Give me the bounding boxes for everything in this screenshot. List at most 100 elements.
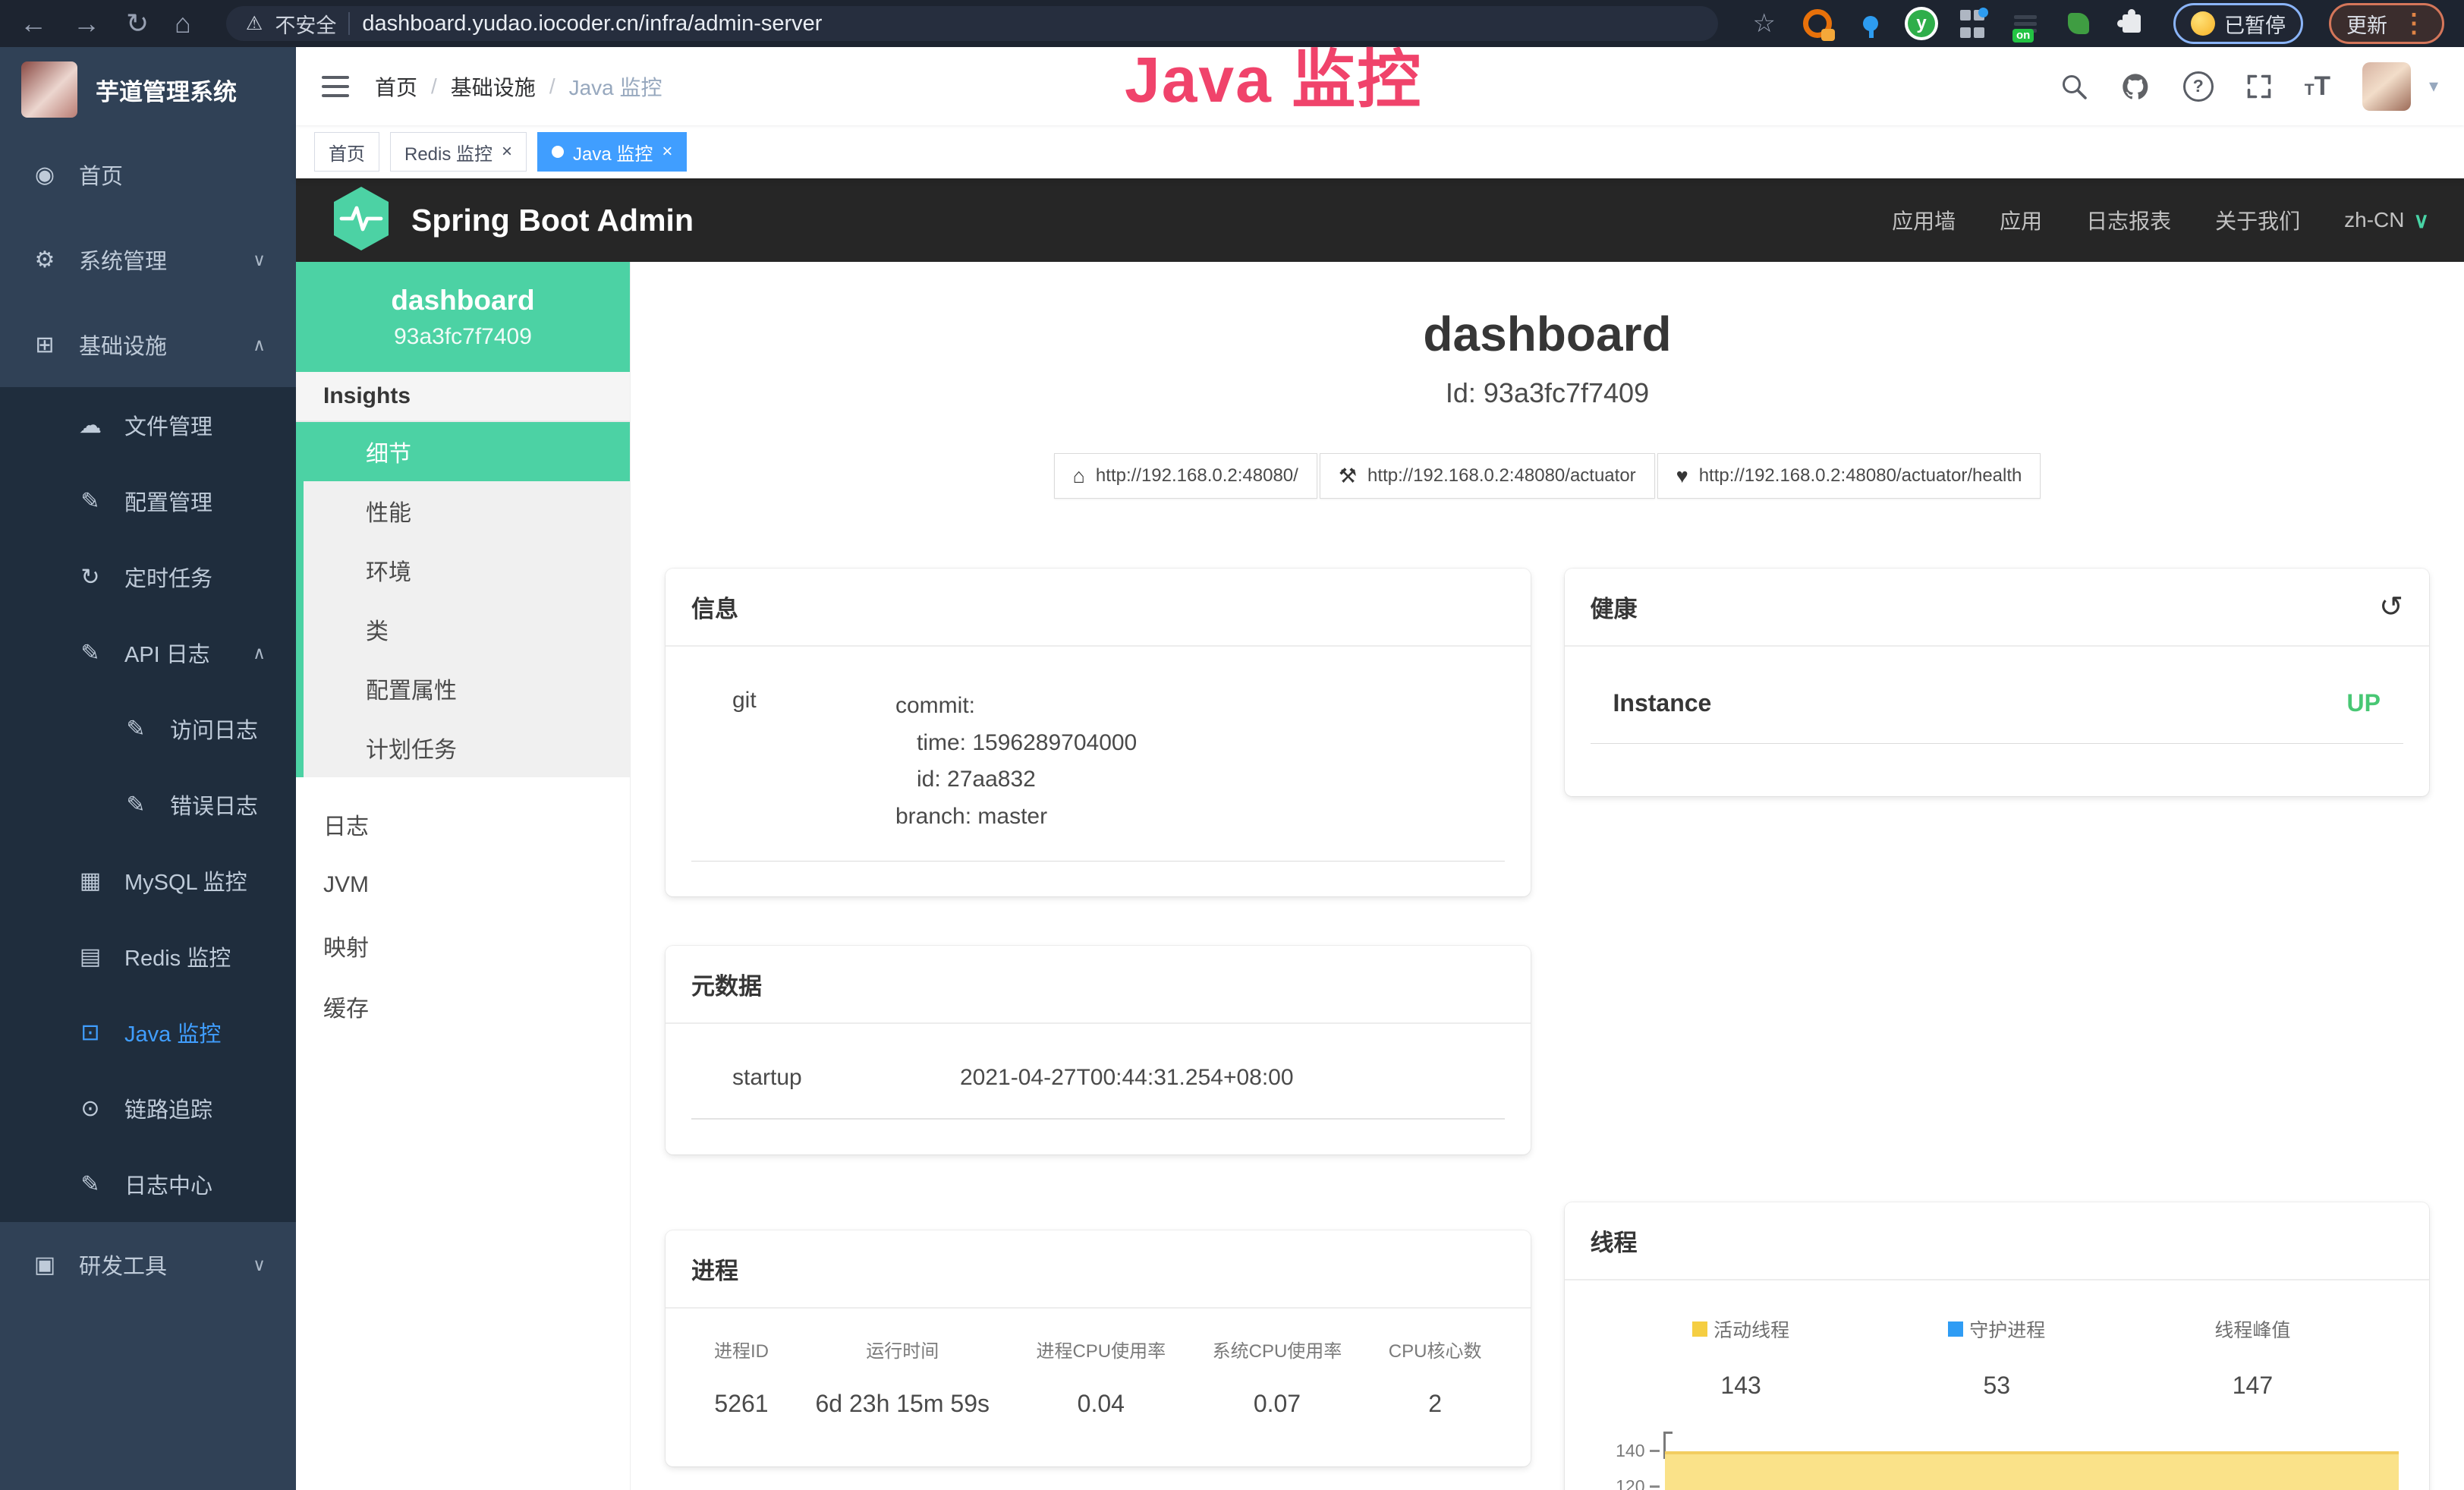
profile-paused-chip[interactable]: 已暂停 <box>2173 3 2303 44</box>
instance-header[interactable]: dashboard 93a3fc7f7409 <box>296 262 630 372</box>
forward-icon[interactable]: → <box>73 10 100 37</box>
col-value: 2 <box>1389 1390 1482 1418</box>
security-label[interactable]: 不安全 <box>275 9 336 39</box>
app-logo <box>21 61 77 118</box>
instance-id: 93a3fc7f7409 <box>394 324 532 350</box>
screen-icon: ⊡ <box>76 1019 105 1046</box>
col-value: 0.04 <box>1036 1390 1166 1418</box>
instance-id-line: Id: 93a3fc7f7409 <box>666 377 2429 409</box>
sidebar-item-infrastructure[interactable]: ⊞ 基础设施 ∧ <box>0 302 296 387</box>
browser-home-icon[interactable]: ⌂ <box>175 10 191 37</box>
sidebar-item-error-logs[interactable]: ✎ 错误日志 <box>0 767 296 843</box>
back-icon[interactable]: ← <box>20 10 47 37</box>
tab-home[interactable]: 首页 <box>314 132 379 172</box>
sba-nav-wallboard[interactable]: 应用墙 <box>1892 205 1956 235</box>
chrome-update-button[interactable]: 更新 ⋮ <box>2329 3 2444 44</box>
url-text[interactable]: dashboard.yudao.iocoder.cn/infra/admin-s… <box>362 11 822 36</box>
sba-menu-jvm[interactable]: JVM <box>296 855 630 915</box>
chart-plot-area <box>1663 1432 2399 1490</box>
sba-brand-title[interactable]: Spring Boot Admin <box>411 203 694 238</box>
update-label: 更新 <box>2346 9 2387 39</box>
sba-menu-section-insights: Insights <box>296 372 630 422</box>
github-icon[interactable] <box>2119 71 2151 102</box>
sba-menu-environment[interactable]: 环境 <box>304 540 630 600</box>
breadcrumb-separator: / <box>549 74 555 99</box>
sidebar-item-system-management[interactable]: ⚙ 系统管理 ∨ <box>0 217 296 302</box>
fullscreen-icon[interactable] <box>2245 73 2273 100</box>
sba-menu-classes[interactable]: 类 <box>304 600 630 659</box>
sba-menu-caches[interactable]: 缓存 <box>296 976 630 1037</box>
sba-nav-about[interactable]: 关于我们 <box>2215 205 2300 235</box>
sba-menu-logs[interactable]: 日志 <box>296 794 630 855</box>
close-icon[interactable]: × <box>662 141 672 162</box>
sidebar-item-tracing[interactable]: ⊙ 链路追踪 <box>0 1070 296 1146</box>
threads-card-header: 线程 <box>1565 1202 2430 1281</box>
health-url-chip[interactable]: ♥ http://192.168.0.2:48080/actuator/heal… <box>1657 453 2041 499</box>
extension-y-icon[interactable]: y <box>1908 10 1935 37</box>
threads-chart: 140 120 100 <box>1591 1432 2404 1490</box>
sba-menu-details[interactable]: 细节 <box>296 422 630 481</box>
tab-redis-monitor[interactable]: Redis 监控 × <box>390 132 527 172</box>
extension-leaf-icon[interactable] <box>2063 8 2094 39</box>
sidebar-item-label: 链路追踪 <box>124 1092 212 1124</box>
sidebar-item-config-management[interactable]: ✎ 配置管理 <box>0 463 296 539</box>
sba-nav-applications[interactable]: 应用 <box>2000 205 2042 235</box>
log-edit-icon: ✎ <box>121 716 150 742</box>
actuator-url-chip[interactable]: ⚒ http://192.168.0.2:48080/actuator <box>1320 453 1655 499</box>
sidebar-item-dev-tools[interactable]: ▣ 研发工具 ∨ <box>0 1222 296 1307</box>
log-edit-icon: ✎ <box>76 1171 105 1198</box>
col-value: 6d 23h 15m 59s <box>815 1390 990 1418</box>
search-icon[interactable] <box>2060 73 2088 100</box>
tab-java-monitor[interactable]: Java 监控 × <box>537 132 687 172</box>
extension-pin-icon[interactable] <box>1855 8 1887 39</box>
health-card-header: 健康 ↺ <box>1565 569 2430 647</box>
browser-menu-kebab-icon[interactable]: ⋮ <box>2401 11 2427 36</box>
legend-value: 143 <box>1613 1372 1869 1400</box>
sidebar-item-mysql-monitor[interactable]: ▦ MySQL 监控 <box>0 843 296 918</box>
sba-menu-metrics[interactable]: 性能 <box>304 481 630 540</box>
sba-menu-mappings[interactable]: 映射 <box>296 915 630 976</box>
history-icon[interactable]: ↺ <box>2379 593 2403 622</box>
extension-grid-icon[interactable] <box>1956 8 1988 39</box>
sidebar-item-scheduled-jobs[interactable]: ↻ 定时任务 <box>0 539 296 615</box>
address-bar[interactable]: ⚠ 不安全 dashboard.yudao.iocoder.cn/infra/a… <box>226 6 1718 41</box>
sidebar-item-redis-monitor[interactable]: ▤ Redis 监控 <box>0 918 296 994</box>
sidebar-item-java-monitor[interactable]: ⊡ Java 监控 <box>0 994 296 1070</box>
extension-colorzilla-icon[interactable] <box>1802 8 1833 39</box>
sidebar-item-label: 错误日志 <box>170 789 258 821</box>
sidebar-item-log-center[interactable]: ✎ 日志中心 <box>0 1146 296 1222</box>
bookmark-star-icon[interactable]: ☆ <box>1753 11 1776 36</box>
sba-locale-select[interactable]: zh-CN ∨ <box>2344 208 2429 233</box>
y-tick-120: 120 <box>1601 1476 1645 1490</box>
sidebar-item-access-logs[interactable]: ✎ 访问日志 <box>0 691 296 767</box>
font-size-icon[interactable]: TT <box>2305 71 2330 102</box>
col-header: 系统CPU使用率 <box>1213 1336 1342 1362</box>
legend-value: 147 <box>2125 1372 2381 1400</box>
health-url: http://192.168.0.2:48080/actuator/health <box>1699 465 2022 487</box>
warning-icon: ⚠ <box>246 12 263 35</box>
breadcrumb-home[interactable]: 首页 <box>375 71 417 102</box>
health-instance-row[interactable]: Instance UP <box>1591 680 2404 744</box>
close-icon[interactable]: × <box>502 141 512 162</box>
user-avatar[interactable] <box>2362 62 2411 111</box>
sba-menu-config-props[interactable]: 配置属性 <box>304 659 630 718</box>
sba-menu-scheduled-tasks[interactable]: 计划任务 <box>304 718 630 777</box>
sidebar-item-home[interactable]: ◉ 首页 <box>0 132 296 217</box>
edit-icon: ✎ <box>76 488 105 515</box>
sidebar-item-api-logs[interactable]: ✎ API 日志 ∧ <box>0 615 296 691</box>
extensions-puzzle-icon[interactable] <box>2116 8 2148 39</box>
process-col-cores: CPU核心数 2 <box>1389 1336 1482 1418</box>
legend-value: 53 <box>1869 1372 2125 1400</box>
sidebar-item-file-management[interactable]: ☁ 文件管理 <box>0 387 296 463</box>
collapse-sidebar-icon[interactable] <box>322 76 349 97</box>
refresh-icon[interactable]: ↻ <box>126 10 149 37</box>
breadcrumb-infrastructure[interactable]: 基础设施 <box>451 71 536 102</box>
service-url-chip[interactable]: ⌂ http://192.168.0.2:48080/ <box>1054 453 1317 499</box>
sba-nav-journal[interactable]: 日志报表 <box>2086 205 2171 235</box>
avatar-caret-icon[interactable]: ▾ <box>2429 75 2438 97</box>
sidebar-item-label: API 日志 <box>124 637 210 669</box>
sidebar-item-label: 首页 <box>79 159 123 191</box>
sidebar-item-label: 文件管理 <box>124 409 212 441</box>
help-icon[interactable]: ? <box>2183 71 2214 102</box>
extension-switch-icon[interactable]: on <box>2009 8 2041 39</box>
